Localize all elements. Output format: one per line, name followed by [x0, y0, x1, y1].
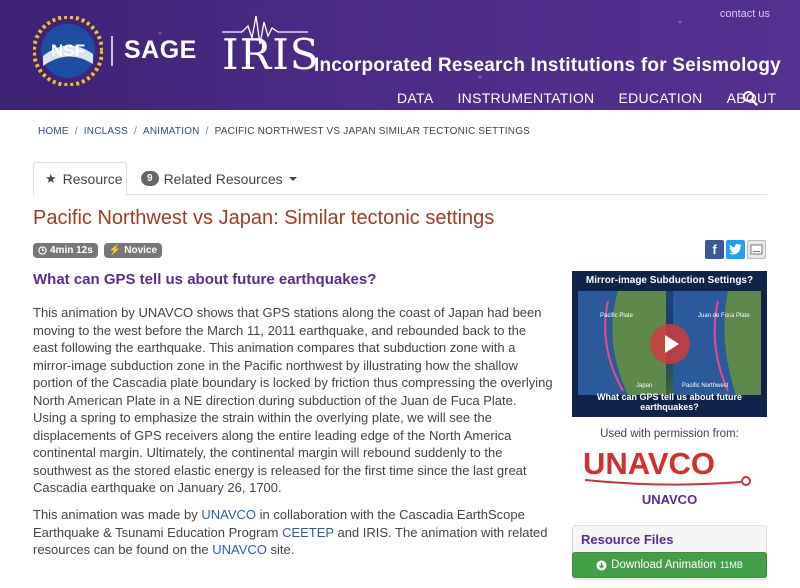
share-buttons: f [705, 240, 766, 259]
duration-badge: 4min 12s [33, 243, 98, 258]
facebook-icon[interactable]: f [705, 240, 724, 259]
clock-icon [38, 246, 47, 255]
credits-paragraph: This animation was made by UNAVCO in col… [33, 507, 548, 557]
duration-text: 4min 12s [50, 245, 93, 256]
download-label: Download Animation [611, 559, 716, 571]
breadcrumb-current: PACIFIC NORTHWEST VS JAPAN SIMILAR TECTO… [214, 126, 531, 137]
level-badge: ⚡ Novice [103, 243, 163, 258]
resource-files-heading: Resource Files [581, 532, 674, 547]
unavco-logo[interactable]: UNAVCO [583, 444, 758, 489]
label-pacific: Pacific Plate [600, 313, 634, 319]
level-text: Novice [124, 245, 158, 256]
download-size: 11MB [720, 560, 743, 570]
unavco-name: UNAVCO [641, 492, 698, 507]
nav-instrumentation[interactable]: INSTRUMENTATION [457, 90, 594, 106]
video-thumbnail[interactable]: Mirror-image Subduction Settings? Pacifi… [572, 271, 767, 417]
main-nav: DATA INSTRUMENTATION EDUCATION ABOUT [397, 90, 800, 106]
label-japan: Japan [636, 383, 652, 389]
label-juan-de-fuca: Juan de Fuca Plate [698, 313, 750, 319]
logo-separator [111, 36, 113, 66]
iris-logo[interactable]: IRIS [222, 30, 320, 79]
nsf-text: NSF [51, 41, 85, 60]
download-animation-button[interactable]: Download Animation 11MB [572, 552, 767, 578]
related-count-badge: 9 [141, 171, 159, 186]
resource-meta: 4min 12s ⚡ Novice [33, 243, 163, 258]
breadcrumb: HOME / INCLASS / ANIMATION / PACIFIC NORTHWEST… [38, 126, 531, 137]
breadcrumb-animation[interactable]: ANIMATION [143, 126, 200, 137]
unavco-link[interactable]: UNAVCO [201, 507, 256, 522]
breadcrumb-inclass[interactable]: INCLASS [84, 126, 128, 137]
section-heading: What can GPS tell us about future earthq… [33, 271, 377, 288]
nav-data[interactable]: DATA [397, 90, 433, 106]
caret-down-icon [288, 176, 297, 181]
play-icon[interactable] [650, 324, 690, 364]
permission-text: Used with permission from: [600, 428, 739, 440]
iris-full-name: Incorporated Research Institutions for S… [314, 55, 781, 76]
bolt-icon: ⚡ [108, 245, 122, 256]
tab-related-resources[interactable]: 9 Related Resources [141, 162, 297, 195]
tab-resource[interactable]: ★ Resource [33, 162, 127, 196]
twitter-icon[interactable] [726, 240, 745, 259]
description-paragraph: This animation by UNAVCO shows that GPS … [33, 305, 553, 495]
sage-logo[interactable]: SAGE [124, 36, 197, 65]
ceetep-link[interactable]: CEETEP [282, 525, 334, 540]
tab-related-label: Related Resources [163, 170, 283, 187]
site-header: contact us NSF SAGE IRIS Incorporated Re… [0, 0, 800, 110]
search-icon[interactable] [742, 90, 758, 106]
resource-tabs: ★ Resource 9 Related Resources [33, 162, 767, 196]
google-classroom-icon[interactable] [747, 240, 766, 259]
star-icon: ★ [45, 171, 57, 186]
label-pnw: Pacific Northwest [682, 383, 729, 389]
nsf-logo[interactable]: NSF [33, 16, 103, 86]
unavco-site-link[interactable]: UNAVCO [212, 542, 267, 557]
nav-education[interactable]: EDUCATION [618, 90, 702, 106]
unavco-logo-text: UNAVCO [583, 446, 715, 481]
video-caption: What can GPS tell us about future earthq… [596, 392, 742, 412]
video-title: Mirror-image Subduction Settings? [585, 275, 754, 286]
tab-resource-label: Resource [62, 171, 123, 187]
page-title: Pacific Northwest vs Japan: Similar tect… [33, 207, 495, 229]
breadcrumb-home[interactable]: HOME [38, 126, 69, 137]
download-icon [596, 559, 607, 571]
contact-link[interactable]: contact us [720, 8, 770, 20]
